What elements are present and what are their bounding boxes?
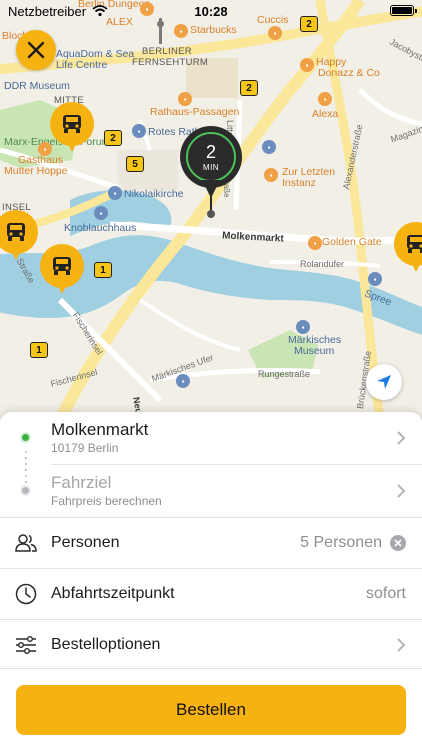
map-view[interactable]: Berlin Dungeon ALEX Cuccis Starbucks Blo…	[0, 0, 422, 420]
taxi-icon	[407, 235, 422, 253]
map-label-mutter-hoppe: Mutter Hoppe	[4, 165, 68, 177]
chevron-right-icon	[397, 484, 406, 498]
map-label-rungestr: Rungestraße	[258, 369, 311, 379]
order-footer: Bestellen	[0, 668, 422, 750]
order-options-label: Bestelloptionen	[51, 636, 161, 653]
passengers-row[interactable]: Personen 5 Personen	[0, 518, 422, 568]
road-badge: 1	[30, 342, 48, 358]
taxi-marker[interactable]	[394, 222, 422, 276]
taxi-icon	[53, 257, 71, 275]
departure-row[interactable]: Abfahrtszeitpunkt sofort	[0, 569, 422, 619]
eta-unit: MIN	[202, 162, 220, 172]
road-badge: 2	[104, 130, 122, 146]
destination-dot-icon	[20, 485, 31, 496]
passengers-value: 5 Personen	[300, 534, 382, 551]
close-icon	[27, 41, 45, 59]
status-time: 10:28	[194, 3, 228, 19]
sliders-icon	[16, 636, 36, 654]
poi-food-icon: ▪	[264, 168, 278, 182]
poi-food-icon: ▪	[300, 58, 314, 72]
poi-shop-icon: ▪	[318, 92, 332, 106]
poi-transit-icon: ▪	[368, 272, 382, 286]
road-badge: 2	[240, 80, 258, 96]
poi-museum-icon: ▪	[296, 320, 310, 334]
eta-value: 2	[205, 141, 216, 162]
poi-food-icon: ▪	[308, 236, 322, 250]
order-options-row[interactable]: Bestelloptionen	[0, 620, 422, 670]
map-label-starbucks: Starbucks	[190, 24, 237, 36]
location-arrow-icon	[377, 375, 391, 389]
poi-transit-icon: ▪	[262, 140, 276, 154]
destination-row[interactable]: Fahrziel Fahrpreis berechnen	[0, 465, 422, 517]
booking-sheet: Molkenmarkt 10179 Berlin Fahrziel Fahrpr…	[0, 412, 422, 750]
passengers-label: Personen	[51, 534, 120, 551]
pickup-eta-marker[interactable]: 2 MIN	[180, 126, 242, 218]
taxi-marker[interactable]	[50, 102, 94, 156]
locate-me-button[interactable]	[366, 364, 402, 400]
poi-landmark-icon: ▪	[132, 124, 146, 138]
map-label-museum: Museum	[294, 345, 335, 357]
map-label-life-centre: Life Centre	[56, 59, 108, 71]
status-bar: Netzbetreiber 10:28	[0, 0, 422, 22]
clock-icon	[15, 583, 37, 605]
road-badge: 1	[94, 262, 112, 278]
pickup-subtitle: 10179 Berlin	[51, 441, 119, 455]
taxi-icon	[7, 223, 25, 241]
map-label-rolandufer: Rolandufer	[300, 259, 345, 269]
taxi-icon	[63, 115, 81, 133]
map-label-nikolaikirche: Nikolaikirche	[124, 188, 184, 200]
pickup-dot-icon	[20, 432, 31, 443]
taxi-marker[interactable]	[0, 210, 38, 264]
destination-title: Fahrziel	[51, 473, 112, 492]
map-label-donazz: Donazz & Co	[318, 67, 380, 79]
road-badge: 5	[126, 156, 144, 172]
people-icon	[15, 534, 37, 552]
departure-value: sofort	[365, 585, 406, 602]
departure-label: Abfahrtszeitpunkt	[51, 585, 175, 602]
map-label-ddr-museum: DDR Museum	[4, 80, 70, 92]
poi-cafe-icon: ▪	[268, 26, 282, 40]
map-label-instanz: Instanz	[282, 177, 316, 189]
taxi-marker[interactable]	[40, 244, 84, 298]
clear-passengers-button[interactable]	[390, 535, 406, 551]
destination-subtitle: Fahrpreis berechnen	[51, 494, 162, 508]
order-button[interactable]: Bestellen	[16, 685, 406, 735]
map-label-knoblauchhaus: Knoblauchhaus	[64, 222, 137, 234]
poi-landmark-icon: ▪	[108, 186, 122, 200]
poi-cafe-icon: ▪	[174, 24, 188, 38]
close-button[interactable]	[16, 30, 56, 70]
poi-shop-icon: ▪	[178, 92, 192, 106]
poi-transit-icon: ▪	[176, 374, 190, 388]
clear-icon	[394, 539, 402, 547]
chevron-right-icon	[397, 431, 406, 445]
chevron-right-icon	[397, 638, 406, 652]
battery-icon	[390, 5, 417, 16]
map-label-golden-gate: Golden Gate	[322, 236, 382, 248]
pickup-row[interactable]: Molkenmarkt 10179 Berlin	[0, 412, 422, 464]
poi-landmark-icon: ▪	[94, 206, 108, 220]
map-label-fernsehturm: FERNSEHTURM	[132, 57, 209, 68]
map-label-rathaus-passagen: Rathaus-Passagen	[150, 106, 240, 118]
pickup-title: Molkenmarkt	[51, 420, 149, 439]
map-label-alexa: Alexa	[312, 108, 339, 120]
